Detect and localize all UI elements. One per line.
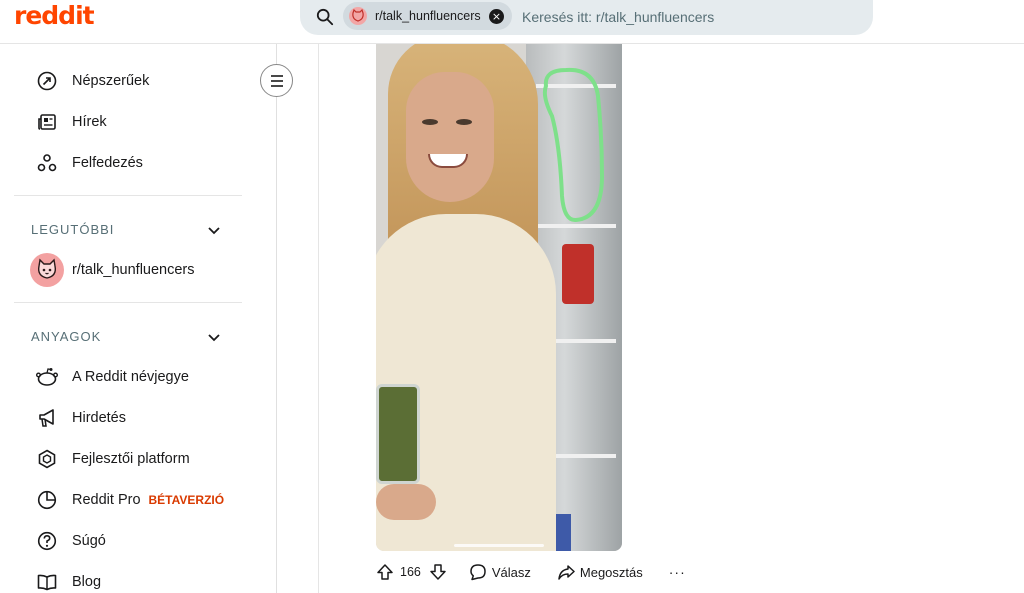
feed-divider bbox=[318, 44, 319, 593]
post-action-bar: 166 Válasz Megosztás ··· bbox=[376, 560, 686, 584]
megaphone-icon bbox=[36, 407, 58, 429]
left-sidebar: Népszerűek Hírek Felfedezés LEGUTÓBBI r/… bbox=[0, 44, 277, 593]
green-highlight-circle bbox=[542, 67, 604, 222]
food-container bbox=[376, 384, 420, 484]
sidebar-item-about-reddit[interactable]: A Reddit névjegye bbox=[36, 364, 189, 390]
downvote-button[interactable] bbox=[429, 563, 447, 581]
close-icon[interactable]: × bbox=[489, 9, 504, 24]
beta-badge: BÉTAVERZIÓ bbox=[148, 493, 225, 507]
news-icon bbox=[36, 111, 58, 133]
explore-icon bbox=[36, 152, 58, 174]
face bbox=[406, 72, 494, 202]
post-image[interactable] bbox=[376, 44, 622, 551]
book-icon bbox=[36, 571, 58, 593]
reply-button[interactable]: Válasz bbox=[469, 563, 531, 581]
sidebar-item-popular[interactable]: Népszerűek bbox=[36, 68, 149, 94]
downvote-icon bbox=[430, 564, 446, 580]
vote-count: 166 bbox=[400, 565, 421, 579]
pie-chart-icon bbox=[36, 489, 58, 511]
chip-label: r/talk_hunfluencers bbox=[375, 9, 481, 23]
recent-section-heading[interactable]: LEGUTÓBBI bbox=[31, 222, 114, 237]
upvote-button[interactable] bbox=[376, 563, 394, 581]
search-bar[interactable]: r/talk_hunfluencers × Keresés itt: r/tal… bbox=[300, 0, 873, 35]
resources-section-heading[interactable]: ANYAGOK bbox=[31, 329, 101, 344]
share-icon bbox=[558, 565, 575, 580]
eye bbox=[422, 119, 438, 125]
menu-icon bbox=[270, 74, 283, 87]
sidebar-divider bbox=[14, 195, 242, 196]
reply-label: Válasz bbox=[491, 564, 531, 580]
chevron-down-icon[interactable] bbox=[206, 222, 222, 238]
media-progress-bar bbox=[454, 544, 544, 547]
cat-avatar-icon bbox=[349, 7, 367, 25]
sidebar-item-blog[interactable]: Blog bbox=[36, 569, 101, 593]
sidebar-item-label: Blog bbox=[72, 574, 102, 590]
more-options-button[interactable]: ··· bbox=[669, 564, 686, 580]
sidebar-item-label: Népszerűek bbox=[72, 73, 150, 89]
subreddit-search-chip[interactable]: r/talk_hunfluencers × bbox=[343, 2, 512, 30]
sidebar-item-developer-platform[interactable]: Fejlesztői platform bbox=[36, 446, 190, 472]
search-icon bbox=[316, 8, 334, 26]
help-icon bbox=[36, 530, 58, 552]
sidebar-item-label: Reddit Pro bbox=[72, 492, 141, 508]
sidebar-item-label: A Reddit névjegye bbox=[72, 369, 189, 385]
hand bbox=[376, 484, 436, 520]
trending-icon bbox=[36, 70, 58, 92]
hexagon-icon bbox=[36, 448, 58, 470]
sidebar-item-talk-hunfluencers[interactable]: r/talk_hunfluencers bbox=[72, 257, 195, 283]
share-label: Megosztás bbox=[579, 564, 643, 580]
red-can bbox=[562, 244, 594, 304]
sidebar-item-explore[interactable]: Felfedezés bbox=[36, 150, 143, 176]
top-bar: reddit r/talk_hunfluencers × Keresés itt… bbox=[0, 0, 1024, 44]
sidebar-item-label: Hírek bbox=[72, 114, 107, 130]
comment-icon bbox=[470, 564, 486, 581]
reddit-alien-icon bbox=[36, 366, 58, 388]
collapse-sidebar-button[interactable] bbox=[260, 64, 293, 97]
eye bbox=[456, 119, 472, 125]
sidebar-item-label: Hirdetés bbox=[72, 410, 126, 426]
share-button[interactable]: Megosztás bbox=[557, 563, 643, 581]
sidebar-item-help[interactable]: Súgó bbox=[36, 528, 106, 554]
sidebar-divider bbox=[14, 302, 242, 303]
sidebar-item-label: Felfedezés bbox=[72, 155, 143, 171]
sidebar-item-advertise[interactable]: Hirdetés bbox=[36, 405, 126, 431]
sidebar-item-label: Fejlesztői platform bbox=[72, 451, 190, 467]
sidebar-item-label: r/talk_hunfluencers bbox=[72, 262, 195, 278]
cat-avatar-icon bbox=[30, 253, 64, 287]
sidebar-item-reddit-pro[interactable]: Reddit Pro BÉTAVERZIÓ bbox=[36, 487, 224, 513]
sidebar-item-news[interactable]: Hírek bbox=[36, 109, 107, 135]
upvote-icon bbox=[377, 564, 393, 580]
reddit-logo[interactable]: reddit bbox=[14, 1, 95, 30]
search-input[interactable]: Keresés itt: r/talk_hunfluencers bbox=[522, 9, 714, 25]
chevron-down-icon[interactable] bbox=[206, 329, 222, 345]
sidebar-item-label: Súgó bbox=[72, 533, 106, 549]
